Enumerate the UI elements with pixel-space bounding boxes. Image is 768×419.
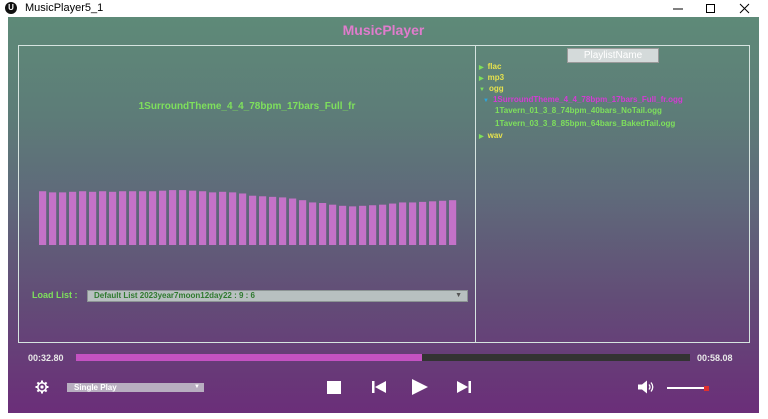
file-label: 1Tavern_03_3_8_85bpm_64bars_BakedTail.og… (495, 119, 676, 128)
folder-item-mp3[interactable]: ▶ mp3 (479, 73, 504, 82)
spectrum-bar (389, 203, 397, 245)
spectrum-visualizer (39, 190, 457, 245)
spectrum-bar (339, 205, 347, 245)
app-logo-icon: U (5, 2, 17, 14)
spectrum-bar (329, 204, 337, 245)
dropdown-arrow-icon: ▼ (455, 292, 462, 299)
maximize-icon (706, 4, 715, 13)
spectrum-bar (119, 191, 127, 245)
folder-label: flac (487, 62, 502, 71)
close-button[interactable] (730, 0, 760, 17)
collapsed-arrow-icon: ▶ (479, 65, 484, 71)
expanded-arrow-icon: ▼ (479, 87, 485, 93)
spectrum-bar (349, 206, 357, 245)
play-icon[interactable] (412, 379, 428, 395)
folder-item-flac[interactable]: ▶ flac (479, 62, 501, 71)
spectrum-bar (129, 191, 137, 245)
folder-label: mp3 (487, 73, 505, 82)
spectrum-bar (319, 203, 327, 245)
file-item[interactable]: 1Tavern_01_3_8_74bpm_40bars_NoTail.ogg (495, 106, 662, 115)
spectrum-bar (139, 191, 147, 245)
spectrum-bar (149, 191, 157, 245)
spectrum-bar (69, 191, 77, 245)
spectrum-bar (269, 196, 277, 245)
spectrum-bar (229, 192, 237, 245)
spectrum-bar (309, 202, 317, 245)
folder-item-ogg[interactable]: ▼ ogg (479, 84, 504, 93)
load-list-dropdown[interactable]: Default List 2023year7moon12day22 : 9 : … (87, 290, 468, 302)
playlist-panel: PlaylistName ▶ flac ▶ mp3 ▼ ogg ▼ 1SurroundT… (475, 45, 750, 343)
collapsed-arrow-icon: ▶ (479, 76, 484, 82)
gear-icon[interactable] (35, 380, 49, 394)
spectrum-bar (169, 190, 177, 245)
spectrum-bar (259, 196, 267, 245)
minimize-button[interactable] (663, 0, 693, 17)
spectrum-bar (279, 197, 287, 245)
progress-fill (76, 354, 423, 361)
window-title: MusicPlayer5_1 (25, 2, 104, 14)
spectrum-bar (209, 192, 217, 245)
play-mode-value: Single Play (74, 383, 117, 392)
load-list-label: Load List : (32, 290, 78, 300)
folder-label: wav (487, 131, 503, 140)
spectrum-bar (429, 201, 437, 245)
spectrum-bar (49, 192, 57, 245)
spectrum-bar (39, 191, 47, 245)
speaker-icon[interactable] (638, 380, 656, 394)
close-icon (739, 3, 750, 14)
spectrum-bar (109, 191, 117, 245)
spectrum-bar (239, 193, 247, 245)
previous-icon[interactable] (372, 381, 386, 393)
spectrum-bar (249, 195, 257, 245)
collapsed-arrow-icon: ▶ (479, 134, 484, 140)
spectrum-bar (99, 191, 107, 245)
volume-handle[interactable] (703, 385, 709, 391)
spectrum-bar (359, 205, 367, 245)
title-bar[interactable]: U MusicPlayer5_1 (0, 0, 768, 17)
spectrum-bar (399, 202, 407, 245)
file-item[interactable]: 1Tavern_03_3_8_85bpm_64bars_BakedTail.og… (495, 119, 675, 128)
next-icon[interactable] (457, 381, 471, 393)
spectrum-bar (369, 205, 377, 245)
spectrum-bar (199, 191, 207, 245)
folder-label: ogg (488, 84, 504, 93)
spectrum-bar (89, 191, 97, 245)
spectrum-bar (419, 201, 427, 245)
spectrum-bar (289, 198, 297, 245)
load-list-value: Default List 2023year7moon12day22 : 9 : … (94, 291, 255, 300)
minimize-icon (673, 8, 683, 10)
spectrum-bar (379, 204, 387, 245)
app-window: U MusicPlayer5_1 MusicPlayer 1SurroundTh… (0, 0, 768, 419)
folder-item-wav[interactable]: ▶ wav (479, 131, 503, 140)
app-title: MusicPlayer (342, 22, 425, 38)
spectrum-bar (219, 191, 227, 245)
spectrum-bar (299, 200, 307, 245)
file-label: 1SurroundTheme_4_4_78bpm_17bars_Full_fr.… (492, 95, 683, 104)
expanded-arrow-icon: ▼ (483, 98, 489, 104)
current-time: 00:32.80 (28, 353, 64, 363)
spectrum-bar (179, 190, 187, 245)
spectrum-bar (159, 190, 167, 245)
stop-icon[interactable] (327, 381, 341, 394)
spectrum-bar (409, 202, 417, 245)
file-item-selected[interactable]: ▼ 1SurroundTheme_4_4_78bpm_17bars_Full_fr… (483, 95, 683, 104)
dropdown-arrow-icon: ▼ (194, 384, 200, 390)
playlist-name-field[interactable]: PlaylistName (567, 48, 659, 63)
spectrum-bar (59, 192, 67, 245)
file-label: 1Tavern_01_3_8_74bpm_40bars_NoTail.ogg (495, 106, 662, 115)
progress-slider[interactable] (76, 354, 690, 361)
volume-slider[interactable] (667, 385, 709, 391)
spectrum-bar (79, 191, 87, 245)
spectrum-bar (439, 200, 447, 245)
maximize-button[interactable] (696, 0, 726, 17)
spectrum-bar (449, 200, 457, 245)
player-content: MusicPlayer 1SurroundTheme_4_4_78bpm_17b… (8, 17, 759, 413)
play-mode-dropdown[interactable]: Single Play ▼ (67, 383, 204, 392)
spectrum-bar (189, 190, 197, 245)
total-time: 00:58.08 (697, 353, 733, 363)
now-playing-panel: 1SurroundTheme_4_4_78bpm_17bars_Full_fr … (18, 45, 476, 343)
song-title: 1SurroundTheme_4_4_78bpm_17bars_Full_fr (138, 101, 356, 112)
